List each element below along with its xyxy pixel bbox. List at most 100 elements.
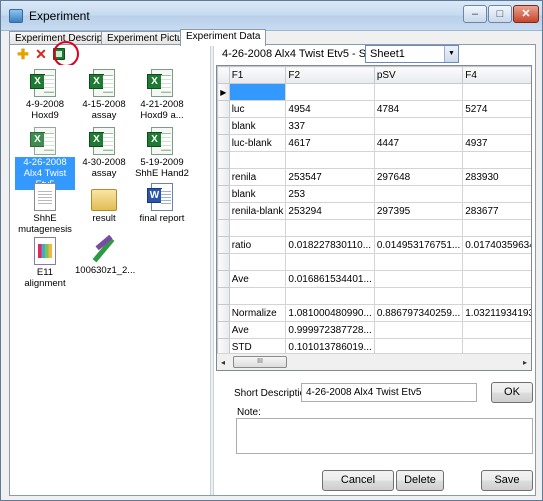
table-cell[interactable] [373,321,464,339]
close-button[interactable]: ✕ [513,5,539,23]
row-header[interactable] [217,287,230,305]
current-row-indicator[interactable]: ▶ [217,83,230,101]
table-cell[interactable]: Ave [228,270,287,288]
table-cell[interactable] [285,287,375,305]
table-cell[interactable]: 297395 [373,202,464,220]
table-cell[interactable]: luc [228,100,287,118]
cancel-button[interactable]: Cancel [322,470,394,491]
file-item[interactable]: 5-19-2009 ShhE Hand2 [132,127,192,179]
table-cell[interactable]: 0.018227830110... [285,236,375,254]
delete-icon[interactable]: ✕ [34,47,48,61]
column-header[interactable]: pSV [373,66,464,84]
column-header[interactable]: F1 [228,66,287,84]
table-cell[interactable]: Normalize [228,304,287,322]
table-cell[interactable]: renila [228,168,287,186]
table-cell[interactable]: 1.032119341936... [462,304,531,322]
row-header[interactable] [217,270,230,288]
table-cell[interactable]: 253294 [285,202,375,220]
table-cell[interactable]: 0.017403596343... [462,236,531,254]
table-cell[interactable]: 4784 [373,100,464,118]
column-header[interactable]: F2 [285,66,375,84]
table-cell[interactable]: 0.016861534401... [285,270,375,288]
table-cell[interactable]: renila-blank [228,202,287,220]
add-icon[interactable]: ✚ [16,47,30,61]
row-header[interactable] [217,100,230,118]
table-cell[interactable] [228,219,287,237]
table-cell[interactable] [228,287,287,305]
row-header[interactable] [217,202,230,220]
chevron-down-icon[interactable]: ▼ [444,46,458,62]
table-cell[interactable] [462,219,531,237]
scroll-left-icon[interactable]: ◂ [221,358,225,367]
table-cell[interactable] [373,151,464,169]
row-header[interactable] [217,253,230,271]
file-item[interactable]: final report [132,183,192,224]
table-cell[interactable]: 253 [285,185,375,203]
table-cell[interactable]: ratio [228,236,287,254]
table-cell[interactable]: 1.081000480990... [285,304,375,322]
file-item[interactable]: 4-30-2008 assay [74,127,134,179]
table-cell[interactable]: 0.886797340259... [373,304,464,322]
table-cell[interactable] [462,270,531,288]
row-header[interactable] [217,168,230,186]
table-cell[interactable]: 5274 [462,100,531,118]
note-textarea[interactable] [236,418,533,454]
save-button[interactable]: Save [481,470,533,491]
table-cell[interactable] [228,253,287,271]
scroll-right-icon[interactable]: ▸ [523,358,527,367]
scroll-thumb[interactable]: III [233,356,287,368]
file-item[interactable]: 4-15-2008 assay [74,69,134,121]
table-cell[interactable]: 4954 [285,100,375,118]
row-header[interactable] [217,134,230,152]
table-cell[interactable] [373,117,464,135]
file-item[interactable]: 4-21-2008 Hoxd9 a... [132,69,192,121]
table-cell[interactable]: 283677 [462,202,531,220]
table-cell[interactable]: 283930 [462,168,531,186]
row-header[interactable] [217,304,230,322]
short-description-input[interactable]: 4-26-2008 Alx4 Twist Etv5 [301,383,477,402]
table-cell[interactable] [373,83,464,101]
file-item-selected[interactable]: 4-26-2008 Alx4 Twist Etv5 [15,127,75,190]
table-cell[interactable]: blank [228,185,287,203]
table-cell[interactable] [373,253,464,271]
maximize-button[interactable]: □ [488,5,512,23]
delete-button[interactable]: Delete [396,470,444,491]
table-cell[interactable]: 337 [285,117,375,135]
table-cell[interactable] [285,219,375,237]
table-cell[interactable] [462,321,531,339]
row-header[interactable] [217,236,230,254]
data-grid[interactable]: F1 F2 pSV F4 ▶ luc 4954 4784 5274 blank 337 luc… [216,65,532,371]
table-cell[interactable] [228,151,287,169]
table-cell[interactable]: blank [228,117,287,135]
table-cell[interactable]: 0.999972387728... [285,321,375,339]
tab-experiment-data[interactable]: Experiment Data [180,29,267,46]
row-header[interactable] [217,151,230,169]
row-header[interactable] [217,117,230,135]
table-cell[interactable]: 4617 [285,134,375,152]
table-cell[interactable] [373,185,464,203]
table-cell[interactable] [285,253,375,271]
table-cell[interactable]: 0.014953176751... [373,236,464,254]
minimize-button[interactable]: – [463,5,487,23]
file-item[interactable]: ShhE mutagenesis [15,183,75,235]
table-cell[interactable] [462,117,531,135]
column-header[interactable]: F4 [462,66,531,84]
file-item[interactable]: 4-9-2008 Hoxd9 [15,69,75,121]
table-cell[interactable] [462,83,531,101]
horizontal-scrollbar[interactable]: ◂ III ▸ [217,353,531,370]
table-cell[interactable] [462,253,531,271]
file-item[interactable]: E11 alignment [15,237,75,289]
row-header[interactable] [217,185,230,203]
table-cell[interactable] [285,151,375,169]
table-cell[interactable] [373,270,464,288]
row-header[interactable] [217,321,230,339]
file-item[interactable]: result [74,183,134,224]
panel-splitter[interactable] [210,45,214,495]
sheet-dropdown[interactable]: Sheet1 ▼ [365,45,459,63]
row-header[interactable] [217,219,230,237]
table-cell[interactable]: 4447 [373,134,464,152]
table-cell[interactable] [228,83,287,101]
table-cell[interactable] [373,219,464,237]
table-cell[interactable]: Ave [228,321,287,339]
table-cell[interactable]: 253547 [285,168,375,186]
